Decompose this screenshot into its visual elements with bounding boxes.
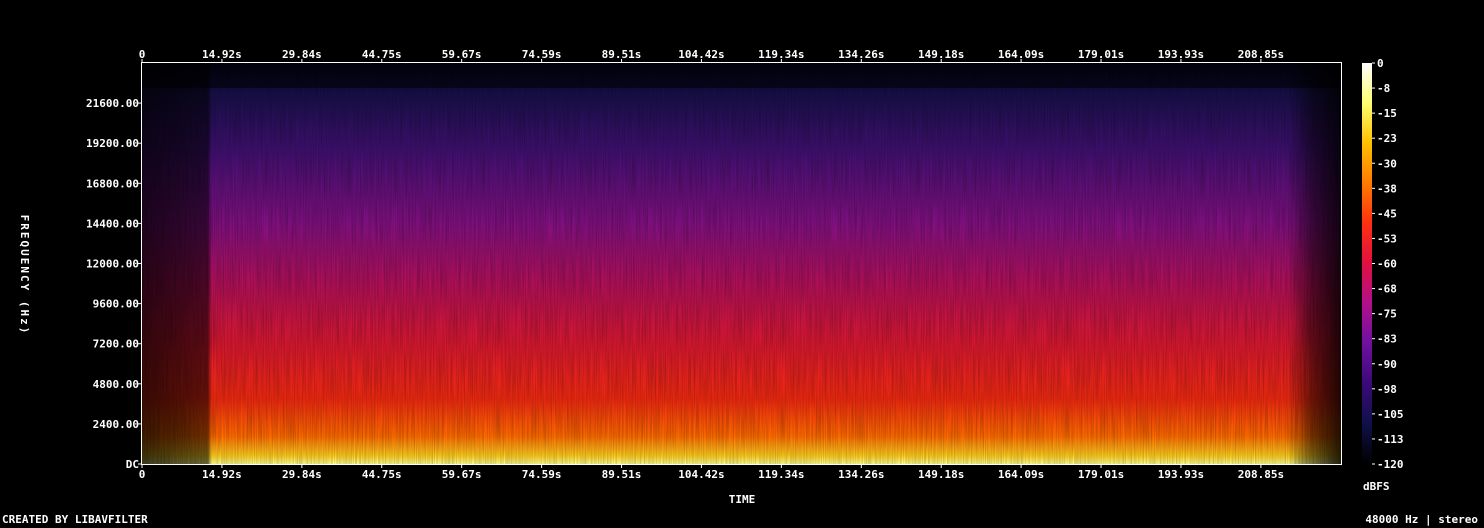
x-tick-label-top: 208.85s bbox=[1238, 48, 1284, 61]
colorbar-tick-label: -45 bbox=[1377, 207, 1397, 220]
colorbar-tick-label: -38 bbox=[1377, 182, 1397, 195]
footer-sample-info: 48000 Hz | stereo bbox=[1365, 513, 1478, 526]
x-tick-label-top: 179.01s bbox=[1078, 48, 1124, 61]
x-tick-label-bottom: 119.34s bbox=[758, 468, 804, 481]
colorbar-tick-label: 0 bbox=[1377, 57, 1384, 70]
colorbar-tick-label: -8 bbox=[1377, 82, 1390, 95]
y-tick-label: 16800.00 bbox=[86, 177, 139, 190]
colorbar: 0 -8 -15 -23 -30 -38 -45 -53 -60 -68 -75 -83 -90 -98 -… bbox=[1362, 57, 1404, 493]
colorbar-tick-label: -83 bbox=[1377, 333, 1397, 346]
x-tick-label-bottom: 164.09s bbox=[998, 468, 1044, 481]
x-tick-label-bottom: 134.26s bbox=[838, 468, 884, 481]
y-tick-label: 7200.00 bbox=[93, 338, 139, 351]
colorbar-tick-label: -98 bbox=[1377, 383, 1397, 396]
x-tick-label-top: 119.34s bbox=[758, 48, 804, 61]
colorbar-ticks: 0 -8 -15 -23 -30 -38 -45 -53 -60 -68 -75 -83 -90 -98 -… bbox=[1372, 57, 1404, 471]
colorbar-gradient bbox=[1362, 63, 1372, 464]
colorbar-tick-label: -90 bbox=[1377, 358, 1397, 371]
x-tick-label-top: 104.42s bbox=[678, 48, 724, 61]
x-tick-label-top: 164.09s bbox=[998, 48, 1044, 61]
y-tick-label: 9600.00 bbox=[93, 298, 139, 311]
y-tick-label: 2400.00 bbox=[93, 418, 139, 431]
colorbar-tick-label: -113 bbox=[1377, 433, 1404, 446]
x-tick-label-top: 14.92s bbox=[202, 48, 242, 61]
footer-credit: CREATED BY LIBAVFILTER bbox=[2, 513, 148, 526]
y-axis-label: FREQUENCY (Hz) bbox=[18, 215, 31, 336]
x-tick-label-bottom: 104.42s bbox=[678, 468, 724, 481]
x-tick-label-bottom: 0 bbox=[139, 468, 146, 481]
y-tick-label: 4800.00 bbox=[93, 378, 139, 391]
x-tick-label-top: 89.51s bbox=[602, 48, 642, 61]
y-tick-label: DC bbox=[126, 458, 139, 471]
x-tick-label-bottom: 74.59s bbox=[522, 468, 562, 481]
spectrogram-edge-fade bbox=[142, 63, 1341, 464]
x-tick-label-bottom: 29.84s bbox=[282, 468, 322, 481]
y-tick-label: 12000.00 bbox=[86, 258, 139, 271]
x-tick-label-bottom: 149.18s bbox=[918, 468, 964, 481]
x-tick-label-top: 149.18s bbox=[918, 48, 964, 61]
x-tick-label-top: 59.67s bbox=[442, 48, 482, 61]
y-tick-label: 21600.00 bbox=[86, 97, 139, 110]
colorbar-tick-label: -120 bbox=[1377, 458, 1404, 471]
spectrogram-top-dark bbox=[142, 63, 1341, 88]
colorbar-tick-label: -30 bbox=[1377, 157, 1397, 170]
colorbar-tick-label: -15 bbox=[1377, 107, 1397, 120]
colorbar-tick-label: -75 bbox=[1377, 308, 1397, 321]
x-tick-label-top: 74.59s bbox=[522, 48, 562, 61]
x-tick-label-bottom: 208.85s bbox=[1238, 468, 1284, 481]
x-tick-label-bottom: 179.01s bbox=[1078, 468, 1124, 481]
x-tick-label-top: 0 bbox=[139, 48, 146, 61]
x-tick-label-top: 193.93s bbox=[1158, 48, 1204, 61]
colorbar-tick-label: -23 bbox=[1377, 132, 1397, 145]
colorbar-tick-label: -105 bbox=[1377, 408, 1404, 421]
spectrogram-chart: 0 14.92s 29.84s 44.75s 59.67s 74.59s 89.51s 104… bbox=[18, 48, 1404, 506]
colorbar-tick-label: -60 bbox=[1377, 258, 1397, 271]
x-tick-label-top: 29.84s bbox=[282, 48, 322, 61]
x-tick-label-bottom: 193.93s bbox=[1158, 468, 1204, 481]
y-tick-label: 19200.00 bbox=[86, 137, 139, 150]
colorbar-label: dBFS bbox=[1363, 480, 1390, 493]
x-tick-label-top: 134.26s bbox=[838, 48, 884, 61]
x-tick-label-top: 44.75s bbox=[362, 48, 402, 61]
x-tick-label-bottom: 44.75s bbox=[362, 468, 402, 481]
x-tick-label-bottom: 89.51s bbox=[602, 468, 642, 481]
x-axis-label: TIME bbox=[729, 493, 756, 506]
x-tick-label-bottom: 14.92s bbox=[202, 468, 242, 481]
colorbar-tick-label: -53 bbox=[1377, 232, 1397, 245]
colorbar-tick-label: -68 bbox=[1377, 283, 1397, 296]
x-axis-top: 0 14.92s 29.84s 44.75s 59.67s 74.59s 89.51s 104… bbox=[139, 48, 1284, 63]
y-axis: DC 2400.00 4800.00 7200.00 9600.00 12000.00 14… bbox=[86, 97, 142, 471]
y-tick-label: 14400.00 bbox=[86, 217, 139, 230]
spectrogram-plot bbox=[141, 62, 1342, 465]
x-tick-label-bottom: 59.67s bbox=[442, 468, 482, 481]
x-axis-bottom: 0 14.92s 29.84s 44.75s 59.67s 74.59s 89.51s 104… bbox=[139, 464, 1284, 481]
